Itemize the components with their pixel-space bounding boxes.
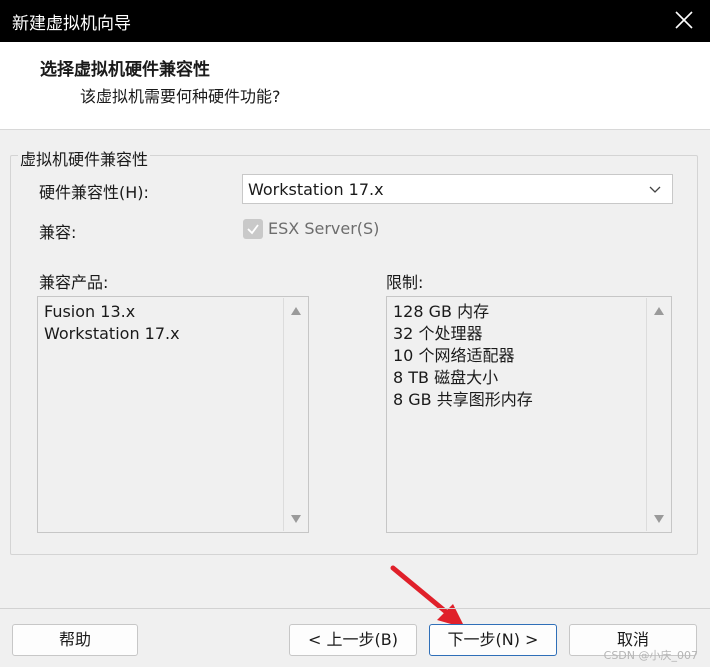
groupbox-legend: 虚拟机硬件兼容性 (18, 146, 151, 170)
limits-list[interactable]: 128 GB 内存 32 个处理器 10 个网络适配器 8 TB 磁盘大小 8 … (386, 296, 672, 533)
list-item: 10 个网络适配器 (393, 346, 515, 365)
window-title: 新建虚拟机向导 (12, 14, 131, 34)
hardware-compat-value: Workstation 17.x (248, 180, 384, 199)
page-title: 选择虚拟机硬件兼容性 (40, 60, 210, 80)
title-bar: 新建虚拟机向导 (0, 0, 710, 42)
hardware-compat-label: 硬件兼容性(H): (39, 183, 149, 202)
scroll-down-arrow-icon[interactable] (290, 514, 302, 524)
esx-server-label[interactable]: ESX Server(S) (268, 219, 379, 238)
compat-products-items: Fusion 13.x Workstation 17.x (44, 301, 282, 345)
list-item: 8 TB 磁盘大小 (393, 368, 499, 387)
compat-products-list[interactable]: Fusion 13.x Workstation 17.x (37, 296, 309, 533)
limits-scrollbar[interactable] (646, 298, 670, 531)
scroll-down-arrow-icon[interactable] (653, 514, 665, 524)
page-subtitle: 该虚拟机需要何种硬件功能? (80, 87, 281, 106)
next-button[interactable]: 下一步(N) > (429, 624, 557, 656)
footer-separator (0, 608, 710, 609)
compat-products-label: 兼容产品: (39, 273, 109, 292)
scroll-up-arrow-icon[interactable] (290, 306, 302, 316)
scroll-up-arrow-icon[interactable] (653, 306, 665, 316)
check-icon (247, 224, 259, 235)
list-item: 8 GB 共享图形内存 (393, 390, 533, 409)
help-button[interactable]: 帮助 (12, 624, 138, 656)
list-item: 128 GB 内存 (393, 302, 490, 321)
products-scrollbar[interactable] (283, 298, 307, 531)
watermark: CSDN @小庆_007 (603, 649, 698, 662)
close-icon (675, 11, 693, 29)
list-item[interactable]: Fusion 13.x (44, 301, 282, 323)
compat-label: 兼容: (39, 223, 77, 242)
hardware-compat-select[interactable]: Workstation 17.x (242, 174, 673, 204)
chevron-down-icon (649, 186, 661, 193)
limits-items: 128 GB 内存 32 个处理器 10 个网络适配器 8 TB 磁盘大小 8 … (393, 301, 645, 411)
limits-label: 限制: (386, 273, 424, 292)
list-item: 32 个处理器 (393, 324, 483, 343)
list-item[interactable]: Workstation 17.x (44, 323, 282, 345)
esx-server-checkbox[interactable] (243, 219, 263, 239)
close-button[interactable] (672, 6, 696, 34)
back-button[interactable]: < 上一步(B) (289, 624, 417, 656)
wizard-header: 选择虚拟机硬件兼容性 该虚拟机需要何种硬件功能? (0, 42, 710, 130)
